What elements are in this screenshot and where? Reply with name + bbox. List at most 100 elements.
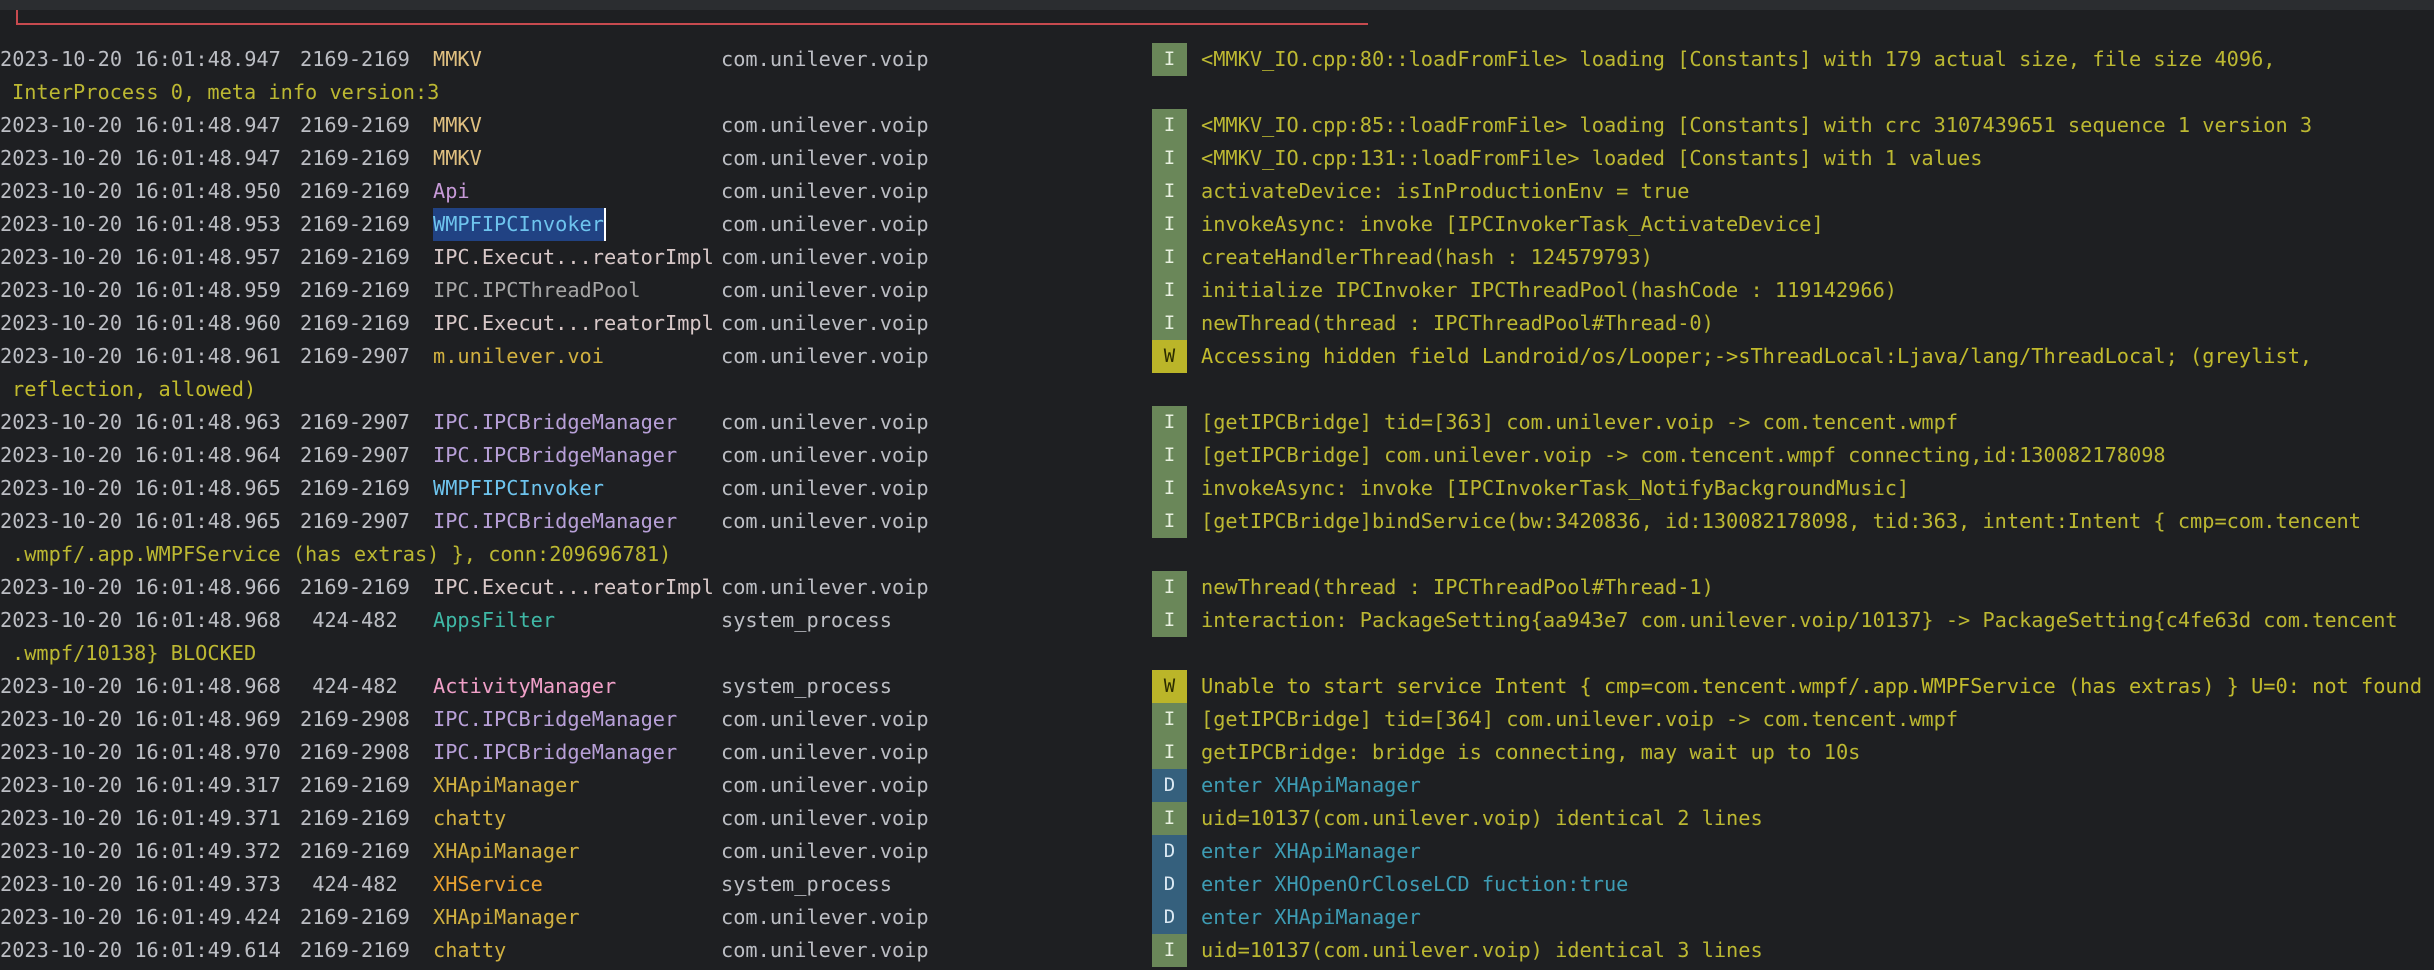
log-row[interactable]: 2023-10-20 16:01:49.372 2169-2169 XHApiMan…: [0, 835, 2434, 868]
log-row[interactable]: 2023-10-20 16:01:48.963 2169-2907 IPC.IPCB…: [0, 406, 2434, 439]
log-pid-tid: 2169-2169: [300, 311, 410, 335]
log-pid-tid: 2169-2169: [300, 905, 410, 929]
log-level-badge: I: [1152, 274, 1187, 307]
log-pid-tid: 2169-2169: [300, 806, 410, 830]
log-row[interactable]: 2023-10-20 16:01:48.964 2169-2907 IPC.IPCB…: [0, 439, 2434, 472]
log-row[interactable]: 2023-10-20 16:01:48.947 2169-2169 MMKV com.…: [0, 109, 2434, 142]
log-row[interactable]: 2023-10-20 16:01:49.614 2169-2169 chatty co…: [0, 934, 2434, 967]
log-level-badge: I: [1152, 109, 1187, 142]
log-level-badge: I: [1152, 439, 1187, 472]
log-tag: AppsFilter: [433, 608, 556, 632]
log-row[interactable]: 2023-10-20 16:01:49.424 2169-2169 XHApiMan…: [0, 901, 2434, 934]
log-tag: IPC.IPCBridgeManager: [433, 410, 678, 434]
log-tag: chatty: [433, 806, 507, 830]
log-pid-tid: 2169-2907: [300, 410, 410, 434]
log-level-badge: I: [1152, 934, 1187, 967]
log-message: <MMKV_IO.cpp:131::loadFromFile> loaded […: [1201, 146, 1983, 170]
log-row[interactable]: 2023-10-20 16:01:48.966 2169-2169 IPC.Exec…: [0, 571, 2434, 604]
log-message: activateDevice: isInProductionEnv = true: [1201, 179, 1690, 203]
log-message: enter XHApiManager: [1201, 773, 1421, 797]
log-timestamp: 2023-10-20 16:01:48.953: [0, 212, 281, 236]
log-package: system_process: [721, 872, 892, 896]
log-row[interactable]: 2023-10-20 16:01:48.957 2169-2169 IPC.Exec…: [0, 241, 2434, 274]
log-row[interactable]: 2023-10-20 16:01:48.968 424-482 AppsFilte…: [0, 604, 2434, 637]
log-row[interactable]: 2023-10-20 16:01:48.947 2169-2169 MMKV com.…: [0, 43, 2434, 76]
log-package: com.unilever.voip: [721, 509, 929, 533]
log-pid-tid: 2169-2169: [300, 146, 410, 170]
log-package: com.unilever.voip: [721, 839, 929, 863]
log-message: enter XHApiManager: [1201, 905, 1421, 929]
log-timestamp: 2023-10-20 16:01:48.966: [0, 575, 281, 599]
log-pid-tid: 2169-2169: [300, 212, 410, 236]
log-package: com.unilever.voip: [721, 344, 929, 368]
log-row[interactable]: 2023-10-20 16:01:48.960 2169-2169 IPC.Exec…: [0, 307, 2434, 340]
log-timestamp: 2023-10-20 16:01:48.964: [0, 443, 281, 467]
log-row[interactable]: 2023-10-20 16:01:48.965 2169-2169 WMPFIPCI…: [0, 472, 2434, 505]
log-row[interactable]: 2023-10-20 16:01:48.950 2169-2169 Api com.u…: [0, 175, 2434, 208]
log-row[interactable]: 2023-10-20 16:01:48.953 2169-2169 WMPFIPCI…: [0, 208, 2434, 241]
log-level-badge: I: [1152, 472, 1187, 505]
log-pid-tid: 2169-2169: [300, 773, 410, 797]
log-tag: XHApiManager: [433, 905, 580, 929]
log-pid-tid: 2169-2169: [300, 179, 410, 203]
log-level-badge: W: [1152, 340, 1187, 373]
log-timestamp: 2023-10-20 16:01:48.968: [0, 608, 281, 632]
log-timestamp: 2023-10-20 16:01:48.947: [0, 146, 281, 170]
log-package: com.unilever.voip: [721, 410, 929, 434]
log-level-badge: I: [1152, 175, 1187, 208]
log-timestamp: 2023-10-20 16:01:48.963: [0, 410, 281, 434]
log-row[interactable]: 2023-10-20 16:01:48.969 2169-2908 IPC.IPCB…: [0, 703, 2434, 736]
log-timestamp: 2023-10-20 16:01:48.961: [0, 344, 281, 368]
log-pid-tid: 2169-2169: [300, 839, 410, 863]
log-timestamp: 2023-10-20 16:01:48.960: [0, 311, 281, 335]
log-tag: m.unilever.voi: [433, 344, 604, 368]
log-message: Accessing hidden field Landroid/os/Loope…: [1201, 344, 2313, 368]
log-tag: IPC.IPCBridgeManager: [433, 707, 678, 731]
log-package: com.unilever.voip: [721, 179, 929, 203]
log-timestamp: 2023-10-20 16:01:48.965: [0, 509, 281, 533]
log-tag: MMKV: [433, 146, 482, 170]
log-timestamp: 2023-10-20 16:01:48.950: [0, 179, 281, 203]
log-message: enter XHApiManager: [1201, 839, 1421, 863]
log-row[interactable]: 2023-10-20 16:01:49.317 2169-2169 XHApiMan…: [0, 769, 2434, 802]
log-tag-selected[interactable]: WMPFIPCInvoker: [433, 208, 606, 241]
log-level-badge: D: [1152, 769, 1187, 802]
log-row[interactable]: 2023-10-20 16:01:49.373 424-482 XHService…: [0, 868, 2434, 901]
log-level-badge: I: [1152, 736, 1187, 769]
log-package: com.unilever.voip: [721, 245, 929, 269]
log-pid-tid: 2169-2908: [300, 707, 410, 731]
log-tag: IPC.IPCBridgeManager: [433, 509, 678, 533]
log-row[interactable]: 2023-10-20 16:01:49.371 2169-2169 chatty co…: [0, 802, 2434, 835]
log-row[interactable]: 2023-10-20 16:01:48.965 2169-2907 IPC.IPCB…: [0, 505, 2434, 538]
log-tag: IPC.Execut...reatorImpl: [433, 311, 714, 335]
filter-indicator: [16, 10, 1368, 25]
log-timestamp: 2023-10-20 16:01:48.970: [0, 740, 281, 764]
log-message-continuation: InterProcess 0, meta info version:3: [12, 80, 440, 104]
log-package: com.unilever.voip: [721, 740, 929, 764]
log-pid-tid: 424-482: [300, 674, 398, 698]
log-message-continuation: .wmpf/10138} BLOCKED: [12, 641, 257, 665]
log-timestamp: 2023-10-20 16:01:48.965: [0, 476, 281, 500]
log-row[interactable]: 2023-10-20 16:01:48.961 2169-2907 m.unilev…: [0, 340, 2434, 373]
log-row[interactable]: 2023-10-20 16:01:48.968 424-482 ActivityM…: [0, 670, 2434, 703]
log-package: com.unilever.voip: [721, 707, 929, 731]
log-tag: MMKV: [433, 113, 482, 137]
log-level-badge: I: [1152, 505, 1187, 538]
log-level-badge: I: [1152, 802, 1187, 835]
log-level-badge: I: [1152, 241, 1187, 274]
log-package: com.unilever.voip: [721, 443, 929, 467]
log-row[interactable]: 2023-10-20 16:01:48.959 2169-2169 IPC.IPCT…: [0, 274, 2434, 307]
log-row[interactable]: 2023-10-20 16:01:48.947 2169-2169 MMKV com.…: [0, 142, 2434, 175]
log-tag: chatty: [433, 938, 507, 962]
log-pid-tid: 2169-2907: [300, 344, 410, 368]
log-package: system_process: [721, 674, 892, 698]
log-tag: IPC.IPCThreadPool: [433, 278, 641, 302]
logcat-output[interactable]: 2023-10-20 16:01:48.947 2169-2169 MMKV com.…: [0, 43, 2434, 967]
log-package: com.unilever.voip: [721, 575, 929, 599]
log-level-badge: I: [1152, 406, 1187, 439]
log-message: getIPCBridge: bridge is connecting, may …: [1201, 740, 1861, 764]
log-row[interactable]: 2023-10-20 16:01:48.970 2169-2908 IPC.IPCB…: [0, 736, 2434, 769]
log-pid-tid: 2169-2169: [300, 575, 410, 599]
log-package: com.unilever.voip: [721, 212, 929, 236]
log-message: newThread(thread : IPCThreadPool#Thread-…: [1201, 575, 1714, 599]
